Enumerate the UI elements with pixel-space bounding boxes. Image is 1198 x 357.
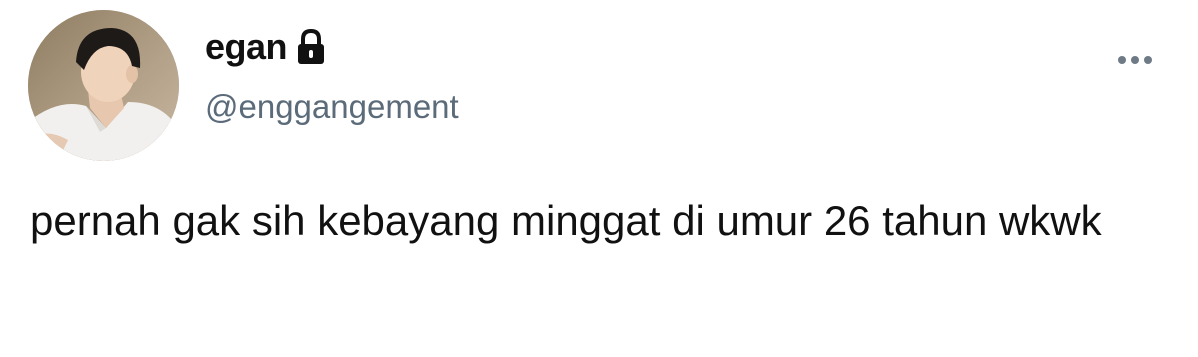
more-horizontal-icon[interactable] [1113, 46, 1157, 74]
tweet-text: pernah gak sih kebayang minggat di umur … [30, 197, 1102, 244]
avatar-photo [28, 10, 179, 161]
display-name[interactable]: egan [205, 26, 288, 68]
lock-icon [293, 27, 329, 67]
avatar[interactable] [28, 10, 179, 161]
tweet-card: egan @enggangement pernah gak sih kebaya… [0, 0, 1198, 357]
user-handle[interactable]: @enggangement [205, 88, 459, 126]
author-name-row: egan [205, 22, 329, 72]
